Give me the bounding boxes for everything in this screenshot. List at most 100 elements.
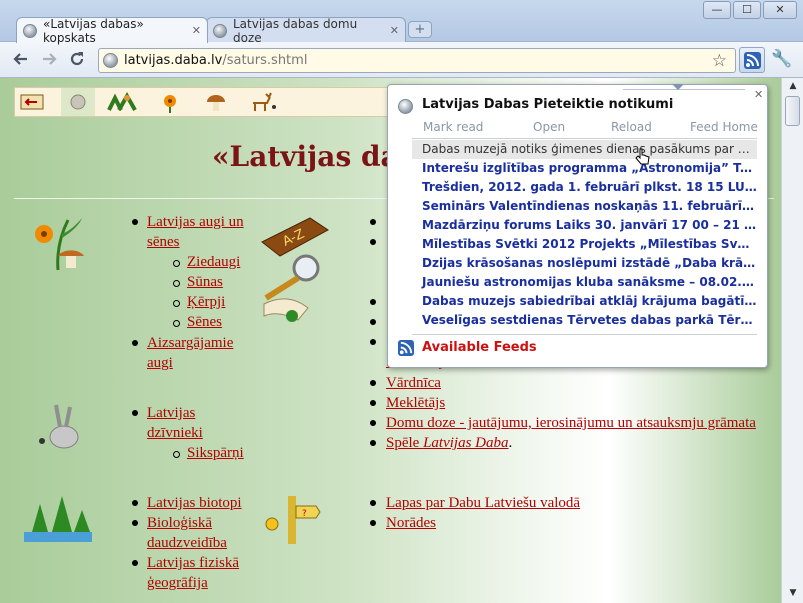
vertical-scrollbar[interactable]: ▲ ▼	[781, 78, 803, 603]
globe-icon	[398, 99, 413, 114]
available-feeds-link[interactable]: Available Feeds	[422, 340, 537, 355]
forward-arrow-icon[interactable]	[38, 50, 60, 72]
dictionary-illustration: A-Z	[261, 217, 329, 322]
tab-label: Latvijas dabas domu doze	[233, 16, 358, 45]
link-aizsargajamie-augi-cont[interactable]: augi	[147, 355, 173, 372]
biotope-illustration	[24, 496, 92, 542]
rss-icon	[398, 340, 414, 356]
deer-nav-icon[interactable]	[245, 88, 279, 116]
feed-item[interactable]: Dzijas krāsošanas noslēpumi izstādē „Dab…	[412, 254, 757, 273]
new-tab-button[interactable]: +	[408, 21, 432, 38]
minimize-button[interactable]: —	[703, 1, 731, 19]
feed-item[interactable]: Dabas muzejā notiks ģimenes dienas pasāk…	[412, 140, 757, 159]
link-biologiska-daudzveidiba-cont[interactable]: daudzveidība	[147, 535, 227, 552]
hand-cursor-icon	[635, 148, 650, 165]
link-latvijas-augi-un-senes[interactable]: Latvijas augi un	[147, 214, 244, 231]
link-biologiska-daudzveidiba[interactable]: Bioloģiskā	[147, 515, 212, 532]
sub-bullet	[173, 451, 180, 458]
reload-icon[interactable]	[66, 50, 88, 72]
url-host: latvijas.daba.lv	[124, 53, 223, 68]
url-path: /saturs.shtml	[222, 53, 308, 68]
scroll-up-icon[interactable]: ▲	[785, 81, 801, 93]
flower-nav-icon[interactable]	[153, 88, 187, 116]
feed-item[interactable]: Interešu izglītības programma „Astronomi…	[412, 159, 757, 178]
mushroom-nav-icon[interactable]	[199, 88, 233, 116]
bullet	[132, 219, 138, 225]
bullet	[370, 500, 376, 506]
open-button[interactable]: Open	[533, 120, 565, 134]
feed-item[interactable]: Jauniešu astronomijas kluba sanāksme – 0…	[412, 273, 757, 292]
feed-item[interactable]: Veselīgas sestdienas Tērvetes dabas park…	[412, 311, 757, 330]
link-senes[interactable]: Sēnes	[187, 314, 222, 331]
sub-bullet	[173, 280, 180, 287]
popup-title: Latvijas Dabas Pieteiktie notikumi	[422, 97, 674, 112]
link-domu-doze[interactable]: Domu doze - jautājumu, ierosinājumu un a…	[386, 415, 756, 432]
feed-item[interactable]: Seminārs Valentīndienas noskaņās 11. feb…	[412, 197, 757, 216]
mark-read-button[interactable]: Mark read	[423, 120, 483, 134]
address-bar[interactable]: latvijas.daba.lv/saturs.shtml ☆	[98, 48, 736, 73]
tab-close-icon[interactable]: ✕	[386, 24, 399, 37]
bullet	[370, 299, 376, 305]
link-aizsargajamie-augi[interactable]: Aizsargājamie	[147, 335, 233, 352]
link-sikspārņi[interactable]: Sikspārņi	[187, 445, 244, 462]
sub-bullet	[173, 320, 180, 327]
window-controls: — ☐ ✕	[703, 1, 797, 19]
site-nav-strip	[14, 87, 394, 117]
feed-item[interactable]: Trešdien, 2012. gada 1. februārī plkst. …	[412, 178, 757, 197]
scroll-thumb[interactable]	[785, 96, 800, 126]
popup-separator	[412, 334, 757, 335]
bullet	[370, 380, 376, 386]
star-icon[interactable]: ☆	[712, 51, 727, 71]
bullet	[132, 340, 138, 346]
popup-top-line	[623, 89, 745, 90]
feed-home-button[interactable]: Feed Home	[690, 120, 758, 134]
game-prefix: Spēle	[386, 435, 424, 451]
link-latvijas-dzivnieki[interactable]: Latvijas	[147, 405, 195, 422]
globe-nav-icon[interactable]	[61, 88, 95, 116]
tab-label: «Latvijas dabas» kopskats	[43, 16, 144, 45]
home-nav-icon[interactable]	[15, 88, 49, 116]
link-vardnica[interactable]: Vārdnīca	[386, 375, 441, 392]
bullet	[370, 440, 376, 446]
popup-close-icon[interactable]: ✕	[754, 88, 763, 101]
globe-icon	[103, 53, 118, 68]
sub-bullet	[173, 300, 180, 307]
reload-button[interactable]: Reload	[611, 120, 652, 134]
link-lapas-par-dabu[interactable]: Lapas par Dabu Latviešu valodā	[386, 495, 580, 512]
link-sunas[interactable]: Sūnas	[187, 274, 223, 291]
bullet	[132, 500, 138, 506]
bullet	[132, 410, 138, 416]
link-spele-latvijas-daba[interactable]: Spēle Latvijas Daba.	[386, 435, 512, 452]
link-norades[interactable]: Norādes	[386, 515, 436, 532]
link-ziedaugi[interactable]: Ziedaugi	[187, 254, 240, 271]
feed-item[interactable]: Dabas muzejs sabiedrībai atklāj krājuma …	[412, 292, 757, 311]
link-latvijas-dzivnieki-cont[interactable]: dzīvnieki	[147, 425, 203, 442]
link-meklētājs[interactable]: Meklētājs	[386, 395, 445, 412]
feed-item[interactable]: Mīlestības Svētki 2012 Projekts „Mīlestī…	[412, 235, 757, 254]
link-latvijas-fiziska-geografija-cont[interactable]: ģeogrāfija	[147, 575, 208, 592]
bullet	[370, 219, 376, 225]
popup-arrow-icon	[672, 84, 684, 90]
wrench-icon[interactable]: 🔧	[771, 49, 792, 69]
game-name: Latvijas Daba	[423, 435, 509, 451]
plants-nav-icon[interactable]	[107, 88, 141, 116]
maximize-button[interactable]: ☐	[733, 1, 761, 19]
back-arrow-icon[interactable]	[10, 50, 32, 72]
link-latvijas-augi-un-senes-cont[interactable]: sēnes	[147, 234, 180, 251]
scroll-down-icon[interactable]: ▼	[785, 588, 801, 600]
bullet	[370, 239, 376, 245]
bullet	[132, 560, 138, 566]
link-latvijas-fiziska-geografija[interactable]: Latvijas fiziskā	[147, 555, 239, 572]
rss-icon	[744, 52, 761, 69]
rss-feed-button[interactable]	[739, 47, 765, 73]
link-latvijas-biotopi[interactable]: Latvijas biotopi	[147, 495, 242, 512]
feed-item[interactable]: Mazdārziņu forums Laiks 30. janvārī 17 0…	[412, 216, 757, 235]
link-kerpji[interactable]: Ķērpji	[187, 294, 225, 311]
tab-latvijas-dabas-domu-doze[interactable]: Latvijas dabas domu doze ✕	[206, 16, 406, 45]
tab-latvijas-dabas-kopskats[interactable]: «Latvijas dabas» kopskats ✕	[16, 16, 208, 45]
close-window-button[interactable]: ✕	[763, 1, 797, 19]
tab-close-icon[interactable]: ✕	[188, 24, 201, 37]
bullet	[370, 520, 376, 526]
toolbar: latvijas.daba.lv/saturs.shtml ☆ 🔧	[0, 42, 803, 78]
title-bar: «Latvijas dabas» kopskats ✕ Latvijas dab…	[0, 0, 803, 45]
